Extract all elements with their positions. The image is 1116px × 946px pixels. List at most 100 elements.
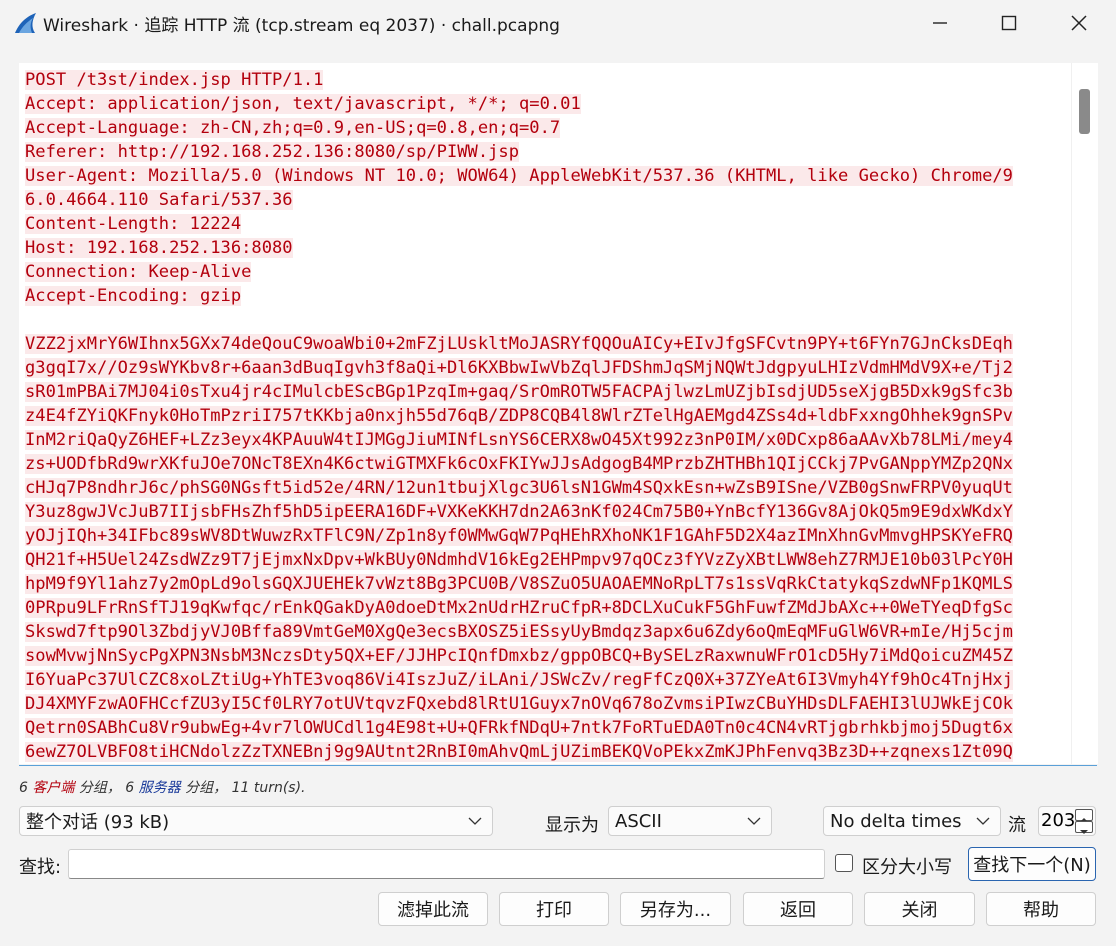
back-label: 返回 [780,900,816,921]
stream-line: Accept: application/json, text/javascrip… [25,92,1059,116]
stream-line-text: Qetrn0SABhCu8Vr9ubwEg+4vr7lOWUCdl1g4E98t… [25,718,1013,738]
client-count: 6 [19,780,28,796]
delta-times-select[interactable]: No delta times [823,806,1001,836]
conversation-select-value: 整个对话 (93 kB) [26,812,170,833]
chevron-down-icon [747,817,761,825]
show-as-select[interactable]: ASCII [608,806,772,836]
stream-number-spinbox[interactable]: 203 [1038,806,1096,836]
back-button[interactable]: 返回 [743,892,853,926]
case-sensitive-label: 区分大小写 [862,857,952,878]
stream-line: 6ewZ7OLVBFO8tiHCNdolzZzTXNEBnj9g9AUtnt2R… [25,740,1059,764]
stream-line-text: Accept-Encoding: gzip [25,286,242,306]
stream-line-text: POST /t3st/index.jsp HTTP/1.1 [25,70,324,90]
filter-out-button[interactable]: 滤掉此流 [378,892,488,926]
chevron-down-icon [976,817,990,825]
stream-line: hpM9f9Yl1ahz7y2mOpLd9olsGQXJUEHEk7vWzt8B… [25,572,1059,596]
maximize-button[interactable] [986,0,1032,46]
close-label: 关闭 [901,900,938,921]
print-label: 打印 [536,900,572,921]
stream-line: cHJq7P8ndhrJ6c/phSG0NGsft5id52e/4RN/12un… [25,476,1059,500]
stream-line-text: yOJjIQh+34IFbc89sWV8DtWuwzRxTFlC9N/Zp1n8… [25,526,1013,546]
stream-line: Qetrn0SABhCu8Vr9ubwEg+4vr7lOWUCdl1g4E98t… [25,716,1059,740]
window-title: Wireshark · 追踪 HTTP 流 (tcp.stream eq 203… [43,16,560,36]
delta-times-select-value: No delta times [830,810,962,832]
stream-content-area[interactable]: POST /t3st/index.jsp HTTP/1.1 Accept: app… [19,63,1071,764]
minimize-icon [933,22,947,24]
stream-line: Referer: http://192.168.252.136:8080/sp/… [25,140,1059,164]
stream-line-text: g3gqI7x//Oz9sWYKbv8r+6aan3dBuqIgvh3f8aQi… [25,358,1013,378]
stream-line: g3gqI7x//Oz9sWYKbv8r+6aan3dBuqIgvh3f8aQi… [25,356,1059,380]
stream-text: POST /t3st/index.jsp HTTP/1.1 Accept: app… [25,68,1059,764]
wireshark-fin-icon [15,13,36,33]
stream-line-text: Accept: application/json, text/javascrip… [25,94,581,114]
close-window-button[interactable] [1056,0,1102,46]
minimize-button[interactable] [917,0,963,46]
find-input[interactable] [68,849,825,879]
case-sensitive-checkbox[interactable] [835,854,853,872]
stream-line: yOJjIQh+34IFbc89sWV8DtWuwzRxTFlC9N/Zp1n8… [25,524,1059,548]
stream-line: Accept-Encoding: gzip [25,284,1059,308]
stream-line: Skswd7ftp9Ol3ZbdjyVJ0Bffa89VmtGeM0XgQe3e… [25,620,1059,644]
chevron-down-icon [468,817,482,825]
save-as-label: 另存为... [639,900,712,921]
stream-line [25,308,1059,332]
close-icon [1071,15,1087,31]
show-as-label: 显示为 [545,815,599,836]
find-next-label: 查找下一个(N) [973,855,1091,876]
stream-line: 6.0.4664.110 Safari/537.36 [25,188,1059,212]
stream-line-text: sR01mPBAi7MJ04i0sTxu4jr4cIMulcbEScBGp1Pz… [25,382,1013,402]
stream-line: Y3uz8gwJVcJuB7IIjsbFHsZhf5hD5ipEERA16DF+… [25,500,1059,524]
stream-line: zs+UODfbRd9wrXKfuJOe7ONcT8EXn4K6ctwiGTMX… [25,452,1059,476]
stream-line-text: Y3uz8gwJVcJuB7IIjsbFHsZhf5hD5ipEERA16DF+… [25,502,1013,522]
vertical-scrollbar[interactable] [1071,63,1098,764]
server-label: 服务器 [138,780,181,796]
close-button[interactable]: 关闭 [864,892,975,926]
packet-summary: 6 客户端 分组， 6 服务器 分组， 11 turn(s). [19,777,306,797]
stream-line-text: I6YuaPc37UlCZC8xoLZtiUg+YhTE3voq86Vi4Isz… [25,670,1013,690]
stream-line-text: Referer: http://192.168.252.136:8080/sp/… [25,142,519,162]
title-bar: Wireshark · 追踪 HTTP 流 (tcp.stream eq 203… [0,0,1116,46]
summary-text-2: 分组， [185,780,228,796]
stream-line-text: sowMvwjNnSycPgXPN3NsbM3NczsDty5QX+EF/JJH… [25,646,1013,666]
stream-line: 0PRpu9LFrRnSfTJ19qKwfqc/rEnkQGakDyA0doeD… [25,596,1059,620]
stream-line-text: DJ4XMYFzwAOFHCcfZU3yI5Cf0LRY7otUVtqvzFQx… [25,694,1013,714]
stream-line: User-Agent: Mozilla/5.0 (Windows NT 10.0… [25,164,1059,188]
stream-line-text: 0PRpu9LFrRnSfTJ19qKwfqc/rEnkQGakDyA0doeD… [25,598,1013,618]
save-as-button[interactable]: 另存为... [620,892,731,926]
stream-line: Host: 192.168.252.136:8080 [25,236,1059,260]
stream-line-text: User-Agent: Mozilla/5.0 (Windows NT 10.0… [25,166,1013,186]
stream-label: 流 [1008,815,1026,836]
spin-down-button[interactable] [1075,821,1093,834]
print-button[interactable]: 打印 [499,892,609,926]
spin-up-button[interactable] [1075,809,1093,822]
stream-line-text: hpM9f9Yl1ahz7y2mOpLd9olsGQXJUEHEk7vWzt8B… [25,574,1013,594]
stream-line: Connection: Keep-Alive [25,260,1059,284]
find-next-button[interactable]: 查找下一个(N) [968,847,1096,881]
stream-number-value: 203 [1041,810,1076,831]
stream-line-text: Content-Length: 12224 [25,214,242,234]
stream-line-text: InM2riQaQyZ6HEF+LZz3eyx4KPAuuW4tIJMGgJiu… [25,430,1013,450]
stream-line: POST /t3st/index.jsp HTTP/1.1 [25,68,1059,92]
conversation-select[interactable]: 整个对话 (93 kB) [19,806,493,836]
stream-line-text: zs+UODfbRd9wrXKfuJOe7ONcT8EXn4K6ctwiGTMX… [25,454,1013,474]
help-button[interactable]: 帮助 [986,892,1096,926]
maximize-icon [1001,15,1017,31]
scrollbar-thumb[interactable] [1079,89,1090,134]
stream-line: Accept-Language: zh-CN,zh;q=0.9,en-US;q=… [25,116,1059,140]
stream-line: z4E4fZYiQKFnyk0HoTmPzriI757tKKbja0nxjh55… [25,404,1059,428]
stream-line-text: Skswd7ftp9Ol3ZbdjyVJ0Bffa89VmtGeM0XgQe3e… [25,622,1013,642]
show-as-select-value: ASCII [615,810,662,832]
stream-line-text: 6ewZ7OLVBFO8tiHCNdolzZzTXNEBnj9g9AUtnt2R… [25,742,1013,762]
stream-line: I6YuaPc37UlCZC8xoLZtiUg+YhTE3voq86Vi4Isz… [25,668,1059,692]
stream-line-text: Accept-Language: zh-CN,zh;q=0.9,en-US;q=… [25,118,561,138]
stream-line-text: z4E4fZYiQKFnyk0HoTmPzriI757tKKbja0nxjh55… [25,406,1013,426]
stream-line-text: VZZ2jxMrY6WIhnx5GXx74deQouC9woaWbi0+2mFZ… [25,334,1013,354]
stream-line: sR01mPBAi7MJ04i0sTxu4jr4cIMulcbEScBGp1Pz… [25,380,1059,404]
turns-count: 11 turn(s). [231,780,306,796]
stream-line-text: cHJq7P8ndhrJ6c/phSG0NGsft5id52e/4RN/12un… [25,478,1013,498]
filter-out-label: 滤掉此流 [397,900,469,921]
stream-line-text: Host: 192.168.252.136:8080 [25,238,293,258]
stream-line: Content-Length: 12224 [25,212,1059,236]
stream-line: InM2riQaQyZ6HEF+LZz3eyx4KPAuuW4tIJMGgJiu… [25,428,1059,452]
stream-line: sowMvwjNnSycPgXPN3NsbM3NczsDty5QX+EF/JJH… [25,644,1059,668]
